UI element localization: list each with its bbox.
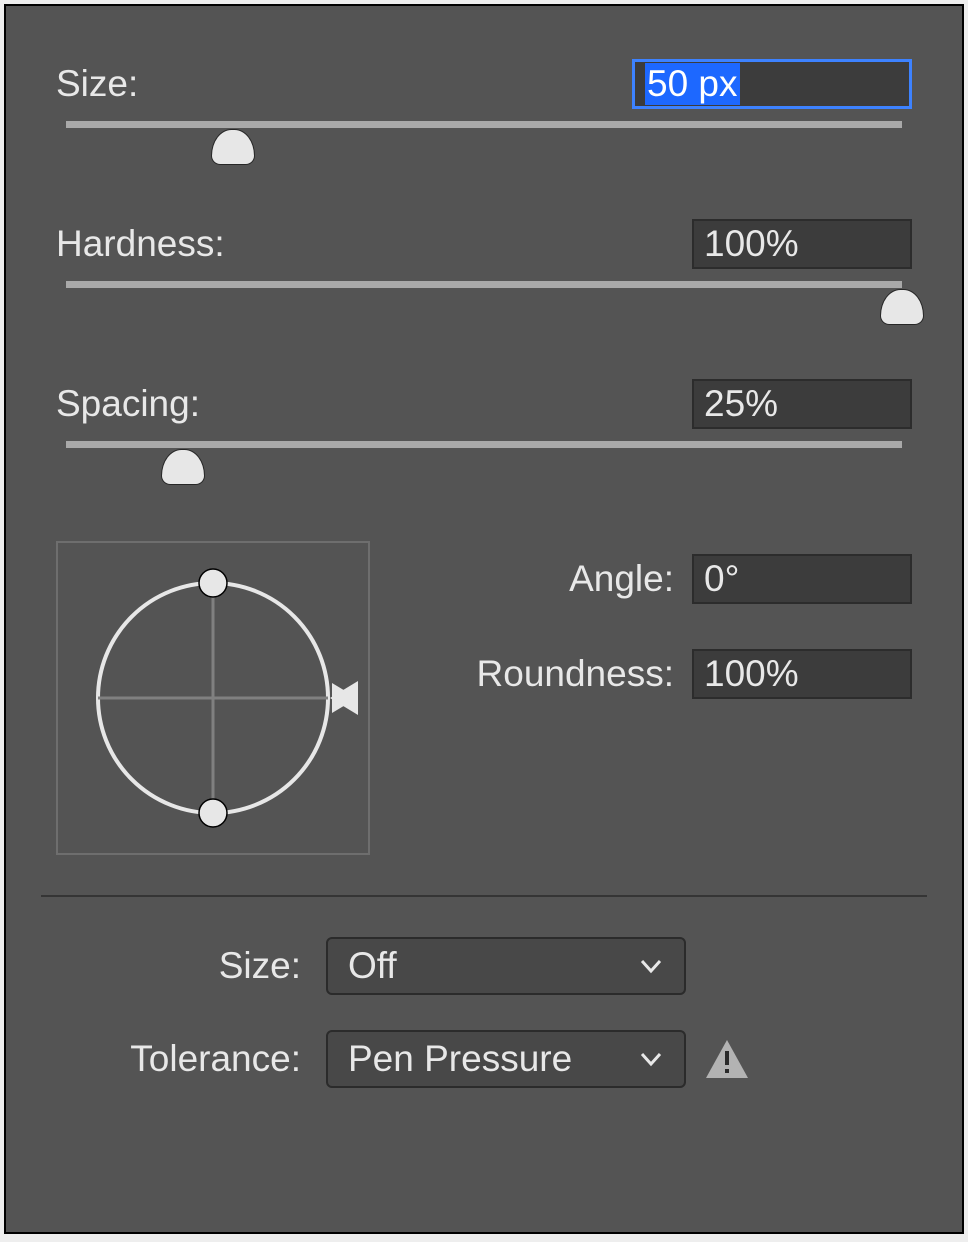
size-row: Size: 50 px xyxy=(56,56,912,111)
dynamics-size-row: Size: Off xyxy=(56,937,912,995)
chevron-down-icon xyxy=(638,953,664,979)
dynamics-tolerance-row: Tolerance: Pen Pressure xyxy=(56,1030,912,1088)
size-label: Size: xyxy=(56,63,632,105)
dynamics-size-label: Size: xyxy=(56,945,301,987)
warning-icon xyxy=(704,1036,750,1082)
size-slider-track xyxy=(66,121,902,128)
brush-settings-panel: Size: 50 px Hardness: 100% Spacing: 25% xyxy=(4,4,964,1234)
size-slider-thumb[interactable] xyxy=(211,129,255,165)
dynamics-tolerance-value: Pen Pressure xyxy=(348,1038,638,1080)
spacing-slider-track xyxy=(66,441,902,448)
angle-fields: Angle: 0° Roundness: 100% xyxy=(390,541,912,855)
dynamics-tolerance-dropdown[interactable]: Pen Pressure xyxy=(326,1030,686,1088)
hardness-slider-thumb[interactable] xyxy=(880,289,924,325)
dynamics-tolerance-label: Tolerance: xyxy=(56,1038,301,1080)
hardness-slider-track xyxy=(66,281,902,288)
hardness-slider[interactable] xyxy=(66,281,902,336)
roundness-row: Roundness: 100% xyxy=(390,646,912,701)
angle-row: Angle: 0° xyxy=(390,551,912,606)
roundness-value: 100% xyxy=(704,653,799,695)
spacing-row: Spacing: 25% xyxy=(56,376,912,431)
brush-shape-area: Angle: 0° Roundness: 100% xyxy=(56,541,912,855)
hardness-input[interactable]: 100% xyxy=(692,219,912,269)
spacing-value: 25% xyxy=(704,383,778,425)
hardness-row: Hardness: 100% xyxy=(56,216,912,271)
hardness-value: 100% xyxy=(704,223,799,265)
spacing-label: Spacing: xyxy=(56,383,692,425)
size-input[interactable]: 50 px xyxy=(632,59,912,109)
size-value: 50 px xyxy=(645,63,740,105)
size-slider[interactable] xyxy=(66,121,902,176)
angle-value: 0° xyxy=(704,558,739,600)
brush-angle-preview[interactable] xyxy=(56,541,370,855)
roundness-label: Roundness: xyxy=(477,653,674,695)
spacing-slider-thumb[interactable] xyxy=(161,449,205,485)
section-divider xyxy=(41,895,927,897)
chevron-down-icon xyxy=(638,1046,664,1072)
angle-label: Angle: xyxy=(569,558,674,600)
dynamics-size-dropdown[interactable]: Off xyxy=(326,937,686,995)
spacing-slider[interactable] xyxy=(66,441,902,496)
roundness-input[interactable]: 100% xyxy=(692,649,912,699)
spacing-input[interactable]: 25% xyxy=(692,379,912,429)
dynamics-size-value: Off xyxy=(348,945,638,987)
angle-input[interactable]: 0° xyxy=(692,554,912,604)
hardness-label: Hardness: xyxy=(56,223,692,265)
